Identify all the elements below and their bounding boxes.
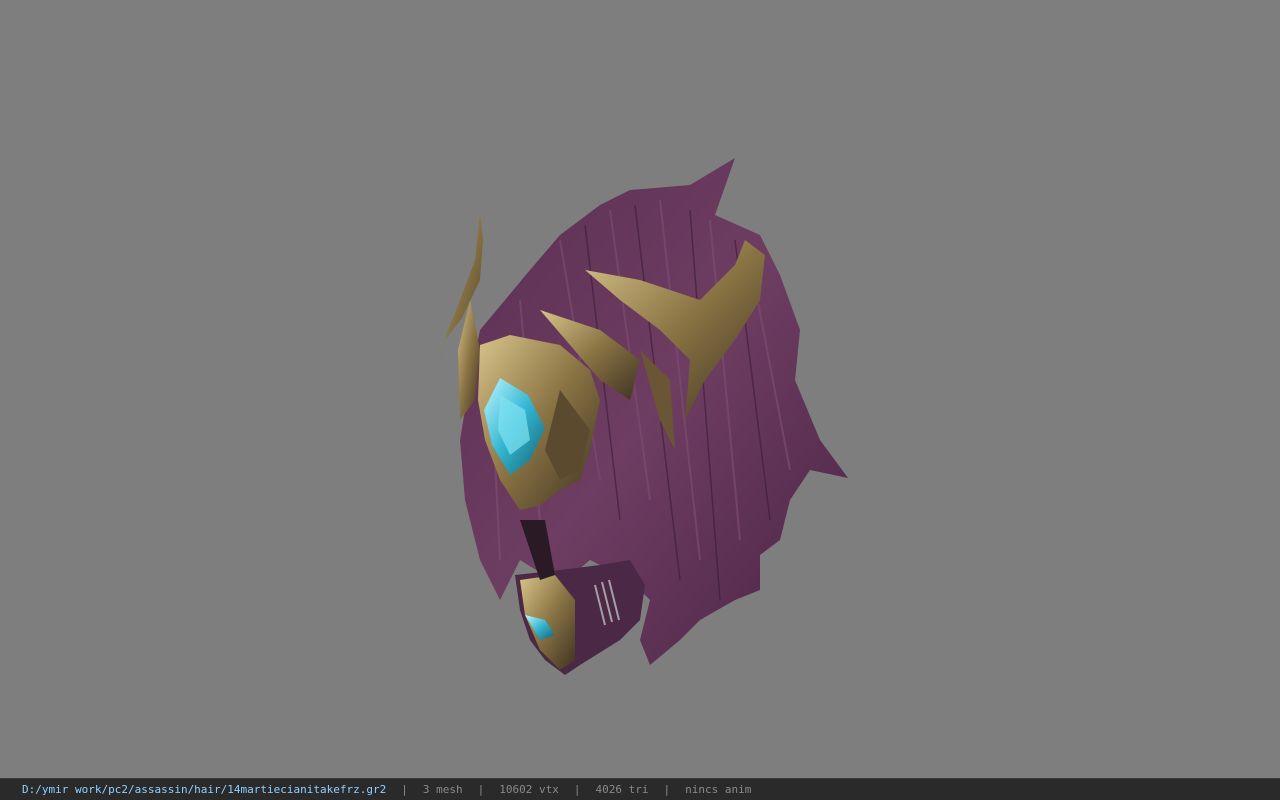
status-bar: D:/ymir work/pc2/assassin/hair/14martiec… — [0, 778, 1280, 800]
mesh-count: 3 mesh — [422, 783, 463, 796]
separator: | — [663, 783, 671, 796]
separator: | — [401, 783, 408, 796]
file-path: D:/ymir work/pc2/assassin/hair/14martiec… — [22, 783, 387, 796]
animation-status: nincs anim — [685, 783, 752, 796]
separator: | — [477, 783, 485, 796]
vertex-count: 10602 vtx — [499, 783, 559, 796]
separator: | — [573, 783, 581, 796]
model-render — [430, 158, 848, 675]
3d-viewport[interactable] — [0, 0, 1280, 778]
triangle-count: 4026 tri — [595, 783, 649, 796]
